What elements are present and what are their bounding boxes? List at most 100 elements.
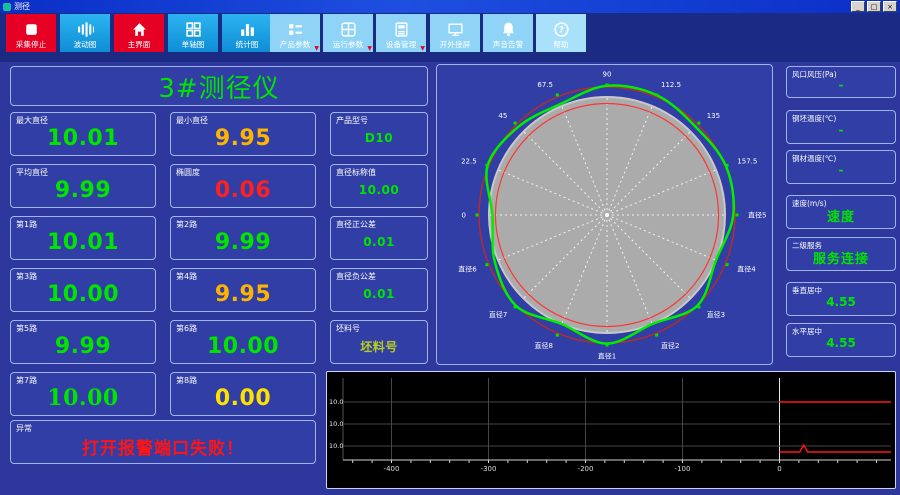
toolbar-button-device-manage[interactable]: 设备管理 ▼: [376, 14, 426, 52]
window-title: 测径: [14, 2, 30, 11]
toolbar-button-single-axis-chart[interactable]: 单轴图: [168, 14, 218, 52]
field-value: 9.99: [54, 177, 112, 203]
field-value: 0.06: [214, 177, 272, 203]
status-value: -: [838, 78, 844, 92]
toolbar-button-main-screen[interactable]: 主界面: [114, 14, 164, 52]
toolbar-button-label: 帮助: [553, 40, 569, 49]
svg-text:-200: -200: [578, 465, 594, 473]
field-第5路: 第5路 9.99: [10, 320, 156, 364]
toolbar-button-product-params[interactable]: 产品参数 ▼: [270, 14, 320, 52]
svg-text:直径1: 直径1: [598, 352, 616, 361]
svg-text:45: 45: [498, 112, 507, 120]
field-value: 0.01: [363, 287, 395, 301]
toolbar-button-external-screen[interactable]: 开外接屏: [430, 14, 480, 52]
svg-text:10.0: 10.0: [329, 442, 343, 450]
toolbar-button-label: 统计图: [235, 40, 259, 49]
field-第1路: 第1路 10.01: [10, 216, 156, 260]
field-椭圆度: 椭圆度 0.06: [170, 164, 316, 208]
dropdown-arrow-icon: ▼: [367, 45, 372, 52]
field-第2路: 第2路 9.99: [170, 216, 316, 260]
field-第7路: 第7路 10.00: [10, 372, 156, 416]
home-icon: [131, 21, 148, 38]
svg-text:-400: -400: [384, 465, 400, 473]
svg-text:112.5: 112.5: [661, 81, 681, 89]
toolbar-button-wave-chart[interactable]: 波动图: [60, 14, 110, 52]
svg-text:0: 0: [462, 212, 466, 220]
field-第6路: 第6路 10.00: [170, 320, 316, 364]
field-最小直径: 最小直径 9.95: [170, 112, 316, 156]
svg-text:直径6: 直径6: [458, 265, 477, 274]
maximize-button[interactable]: □: [867, 1, 881, 12]
exception-message: 打开报警端口失败！: [82, 438, 244, 459]
field-value: 10.00: [47, 385, 119, 411]
svg-text:135: 135: [707, 112, 720, 120]
field-value: 9.95: [214, 125, 272, 151]
toolbar-button-label: 产品参数: [279, 40, 311, 49]
toolbar-button-help[interactable]: ? 帮助: [536, 14, 586, 52]
field-直径负公差: 直径负公差 0.01: [330, 268, 428, 312]
svg-text:10.0: 10.0: [329, 398, 343, 406]
polar-chart-panel: 90 67.5 45 22.5 0 112.5 135 157.5 直径5 直径4 直径3 直径2 直径…: [436, 64, 773, 365]
toolbar-button-label: 主界面: [127, 40, 151, 49]
field-value: 0.00: [214, 385, 272, 411]
status-panel-速度(m/s): 速度(m/s) 速度: [786, 195, 896, 229]
field-value: 9.95: [214, 281, 272, 307]
stop-icon: [23, 21, 40, 38]
table-icon: [340, 21, 357, 38]
toolbar-button-label: 运行参数: [332, 40, 364, 49]
svg-text:直径5: 直径5: [748, 211, 766, 220]
gauge-title: 3#测径仪: [158, 73, 280, 104]
field-value: 9.99: [54, 333, 112, 359]
dropdown-arrow-icon: ▼: [420, 45, 425, 52]
toolbar-button-run-params[interactable]: 运行参数 ▼: [323, 14, 373, 52]
field-value: 10.01: [46, 125, 120, 151]
svg-text:22.5: 22.5: [461, 158, 477, 166]
status-panel-钢坯温度(℃): 钢坯温度(℃) -: [786, 110, 896, 144]
close-button[interactable]: ×: [883, 1, 897, 12]
list-icon: [287, 21, 304, 38]
field-最大直径: 最大直径 10.01: [10, 112, 156, 156]
trend-chart-panel: -400 -300 -200 -100 0 10.0 10.0 10.0: [326, 371, 896, 489]
toolbar: 采集停止 波动图 主界面 单轴图 统计图 产品参数 ▼ 运行参数 ▼ 设备管理 ▼ 开外接屏 声音告警?…: [0, 13, 900, 62]
field-第3路: 第3路 10.00: [10, 268, 156, 312]
svg-text:10.0: 10.0: [329, 420, 343, 428]
status-panel-垂直居中: 垂直居中 4.55: [786, 282, 896, 316]
status-value: -: [838, 163, 844, 177]
toolbar-button-label: 波动图: [73, 40, 97, 49]
svg-text:-100: -100: [675, 465, 691, 473]
svg-text:直径8: 直径8: [535, 341, 553, 350]
toolbar-button-sound-alarm[interactable]: 声音告警: [483, 14, 533, 52]
status-value: -: [838, 123, 844, 137]
status-panel-二级服务: 二级服务 服务连接: [786, 237, 896, 271]
dropdown-arrow-icon: ▼: [314, 45, 319, 52]
toolbar-button-stop-acquisition[interactable]: 采集停止: [6, 14, 56, 52]
field-直径标称值: 直径标称值 10.00: [330, 164, 428, 208]
svg-text:90: 90: [603, 71, 612, 79]
svg-text:67.5: 67.5: [537, 81, 553, 89]
status-value: 服务连接: [812, 251, 869, 267]
field-value: D10: [364, 131, 394, 145]
svg-text:157.5: 157.5: [737, 158, 757, 166]
help-icon: ?: [553, 21, 570, 38]
field-value: 10.00: [358, 183, 400, 197]
toolbar-button-statistics-chart[interactable]: 统计图: [222, 14, 272, 52]
field-value: 10.00: [46, 281, 120, 307]
field-value: 坯料号: [360, 339, 398, 354]
field-直径正公差: 直径正公差 0.01: [330, 216, 428, 260]
cross-section-polar-chart: 90 67.5 45 22.5 0 112.5 135 157.5 直径5 直径4 直径3 直径2 直径…: [437, 65, 772, 364]
trend-chart: -400 -300 -200 -100 0 10.0 10.0 10.0: [327, 372, 895, 488]
grid-icon: [185, 21, 202, 38]
barchart-icon: [239, 21, 256, 38]
gauge-title-panel: 3#测径仪: [10, 66, 428, 106]
field-value: 10.00: [206, 333, 280, 359]
status-panel-水平居中: 水平居中 4.55: [786, 323, 896, 357]
svg-text:直径4: 直径4: [737, 265, 756, 274]
app-icon: [3, 2, 11, 11]
waveform-icon: [77, 21, 94, 38]
minimize-button[interactable]: _: [851, 1, 865, 12]
svg-text:直径7: 直径7: [489, 310, 507, 319]
status-value: 4.55: [826, 336, 856, 350]
field-value: 9.99: [214, 229, 272, 255]
svg-text:直径3: 直径3: [707, 310, 725, 319]
field-产品型号: 产品型号 D10: [330, 112, 428, 156]
